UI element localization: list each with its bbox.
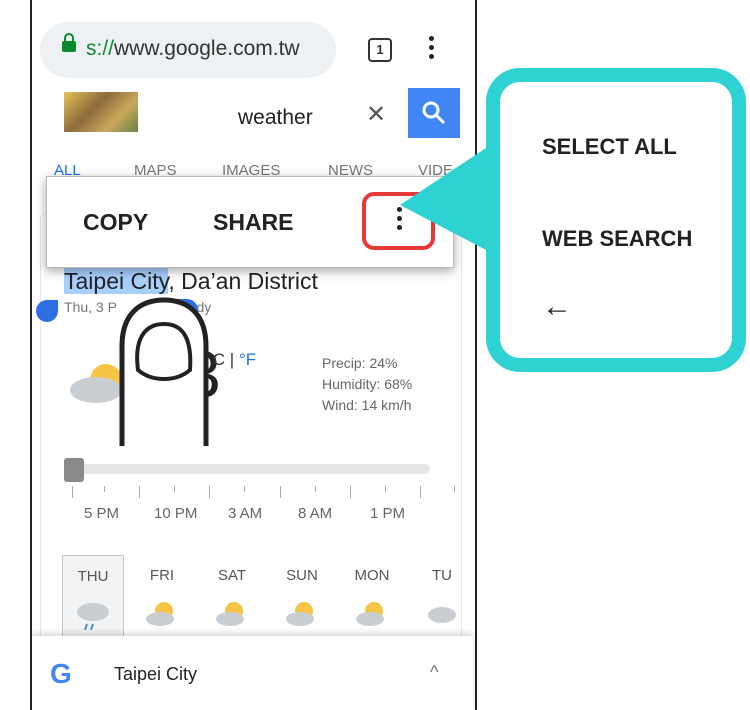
select-all-menu-item[interactable]: SELECT ALL xyxy=(542,134,677,160)
back-arrow-icon[interactable]: ← xyxy=(542,290,572,324)
overflow-menu-popup: SELECT ALL WEB SEARCH ← xyxy=(486,68,746,372)
web-search-menu-item[interactable]: WEB SEARCH xyxy=(542,226,692,252)
